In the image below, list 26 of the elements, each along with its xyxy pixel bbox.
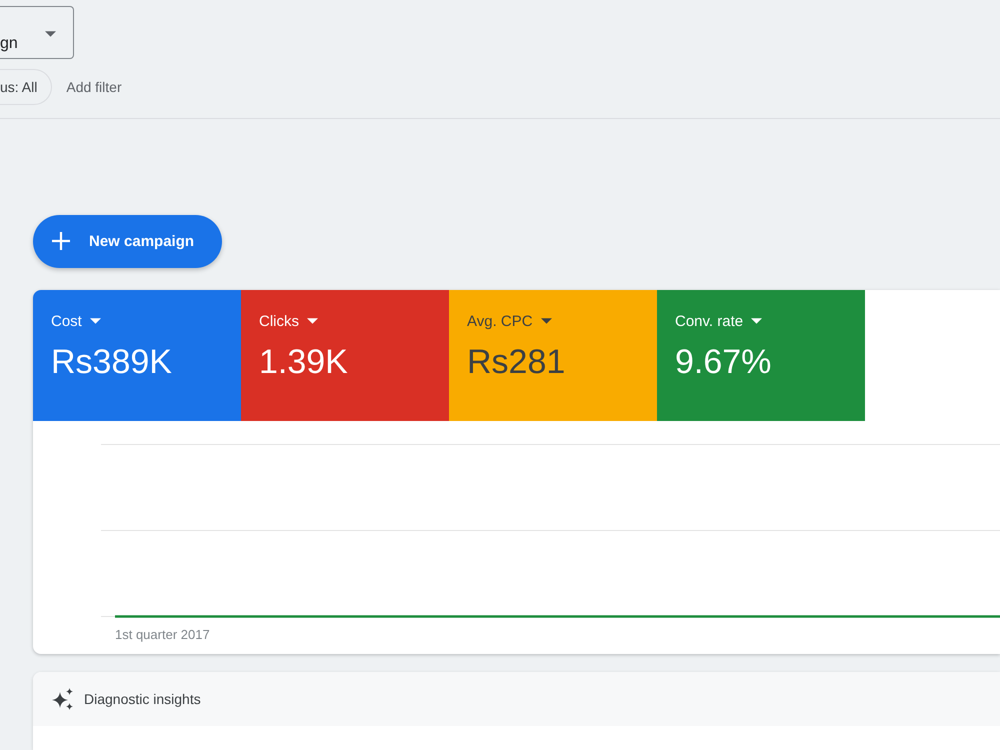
plus-icon — [51, 231, 71, 252]
caret-icon[interactable] — [307, 318, 318, 324]
sparkle-icon — [52, 688, 74, 710]
new-campaign-button[interactable]: New campaign — [33, 214, 222, 268]
metric-tile[interactable]: Avg. CPC Rs281 — [449, 290, 657, 421]
metric-value: 9.67% — [675, 342, 772, 381]
caret-icon[interactable] — [751, 318, 762, 324]
metric-value: Rs281 — [467, 342, 566, 381]
metric-value: 1.39K — [259, 342, 348, 381]
insights-header[interactable]: Diagnostic insights — [33, 672, 1000, 726]
add-filter-button[interactable]: Add filter — [66, 79, 122, 95]
insights-title: Diagnostic insights — [84, 690, 201, 707]
filter-chip[interactable]: us: All — [0, 69, 52, 105]
metric-tile[interactable]: Cost Rs389K — [33, 290, 241, 421]
metric-tile[interactable]: Conv. rate 9.67% — [657, 290, 865, 421]
caret-icon — [45, 31, 56, 37]
metric-label[interactable]: Conv. rate — [675, 312, 744, 330]
metric-tile[interactable]: Clicks 1.39K — [241, 290, 449, 421]
metric-label[interactable]: Avg. CPC — [467, 312, 533, 330]
metric-value: Rs389K — [51, 342, 172, 381]
metric-label[interactable]: Clicks — [259, 312, 299, 330]
select-dropdown[interactable]: gn — [0, 6, 74, 59]
metric-label[interactable]: Cost — [51, 312, 82, 330]
caret-icon[interactable] — [90, 318, 101, 324]
caret-icon[interactable] — [540, 318, 552, 324]
x-axis-label: 1st quarter 2017 — [115, 626, 210, 642]
